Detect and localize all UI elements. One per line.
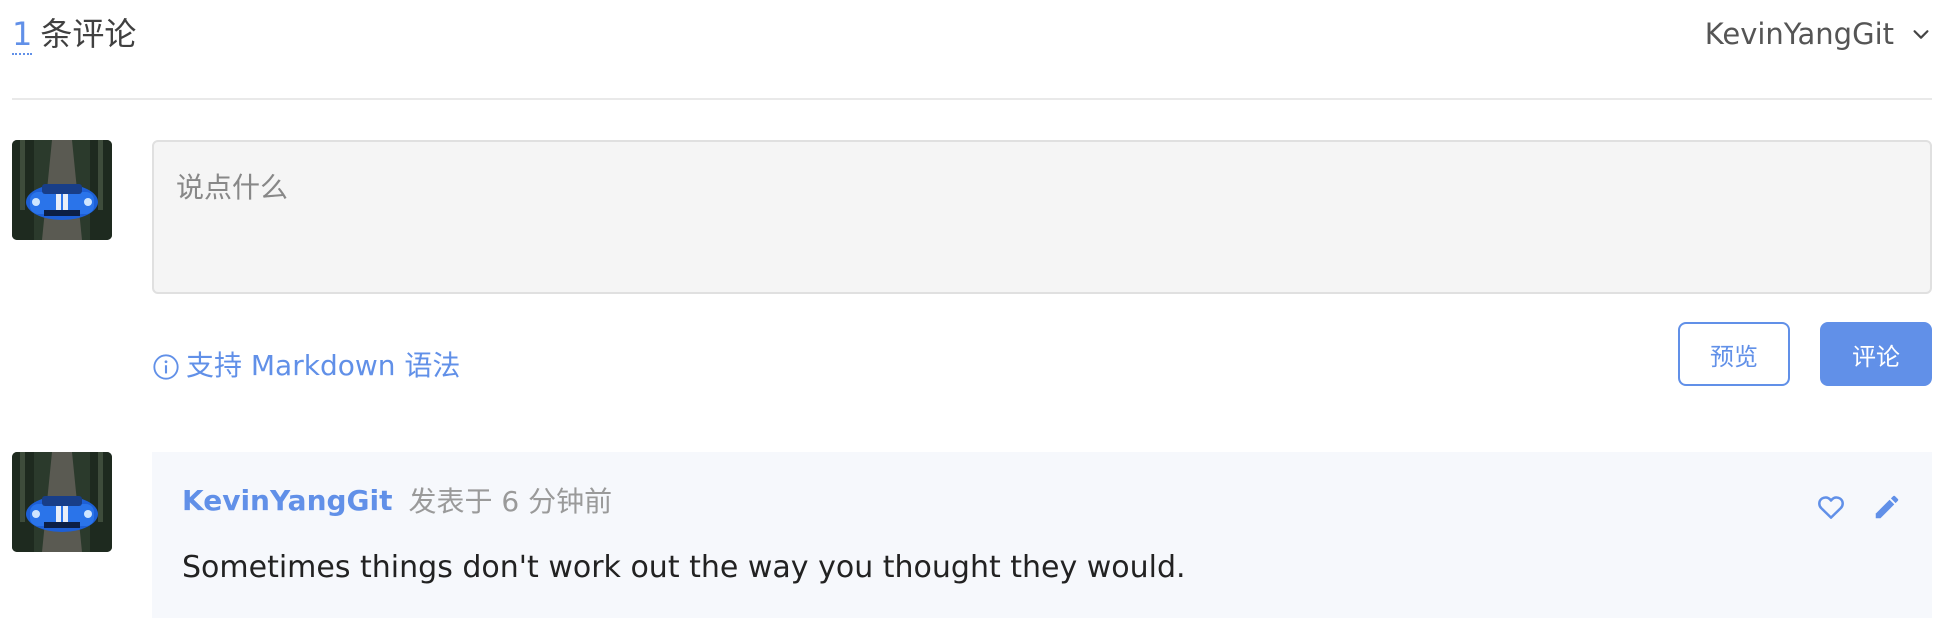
info-circle-icon	[153, 354, 179, 380]
user-menu[interactable]: KevinYangGit	[1705, 12, 1932, 56]
comment-count-number[interactable]: 1	[12, 15, 33, 55]
comment-timestamp: 发表于 6 分钟前	[408, 485, 613, 518]
comment-author-avatar[interactable]	[12, 452, 112, 552]
preview-button[interactable]: 预览	[1678, 322, 1790, 386]
markdown-hint-text: 支持 Markdown 语法	[186, 349, 461, 382]
comment-count-label: 条评论	[40, 15, 137, 53]
current-user-avatar	[12, 140, 112, 240]
comments-header: 1 条评论 KevinYangGit	[12, 0, 1932, 100]
user-menu-name: KevinYangGit	[1704, 17, 1894, 51]
chevron-down-icon	[1913, 30, 1929, 39]
markdown-hint-link[interactable]: 支持 Markdown 语法	[152, 344, 460, 384]
comment-meta: KevinYangGit 发表于 6 分钟前	[182, 480, 612, 520]
comment-actions	[1816, 492, 1902, 522]
comment-count: 1 条评论	[12, 12, 136, 56]
comment-author-link[interactable]: KevinYangGit	[182, 484, 393, 517]
comment-item: KevinYangGit 发表于 6 分钟前 Sometimes things …	[152, 452, 1932, 618]
heart-icon[interactable]	[1816, 492, 1846, 522]
submit-comment-button[interactable]: 评论	[1820, 322, 1932, 386]
pencil-icon[interactable]	[1872, 492, 1902, 522]
comment-input[interactable]	[152, 140, 1932, 294]
comment-body: Sometimes things don't work out the way …	[182, 550, 1186, 585]
